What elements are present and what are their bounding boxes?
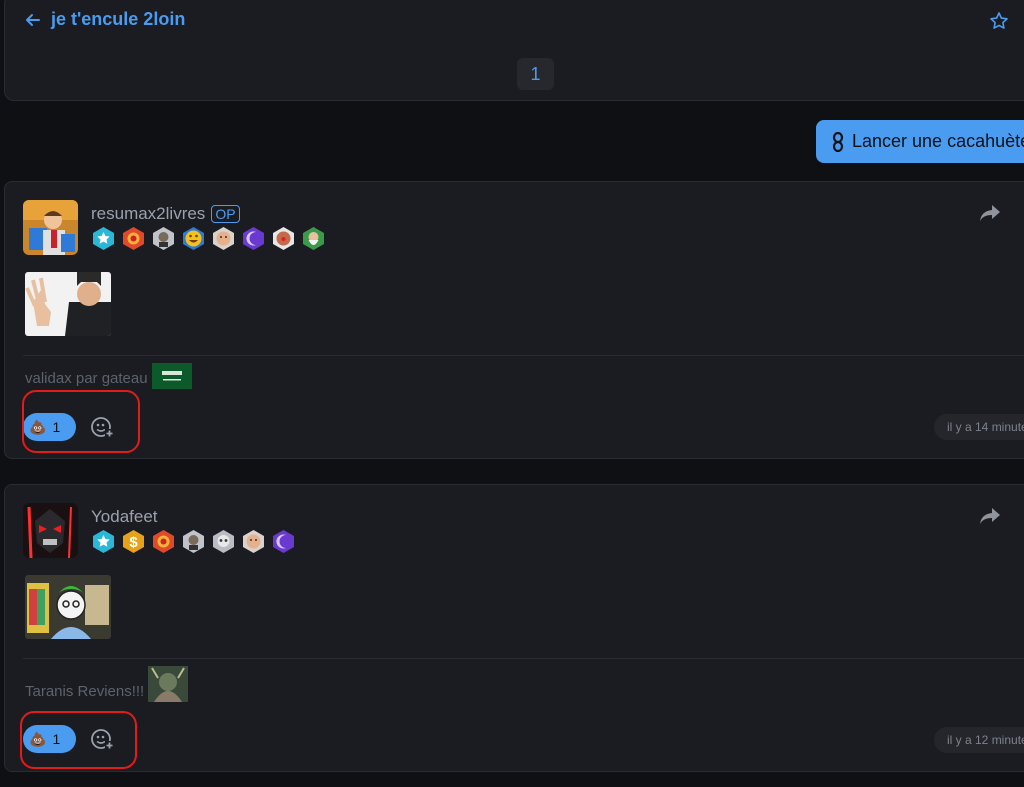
back-link[interactable]: je t'encule 2loin [25, 9, 185, 30]
throw-peanut-button[interactable]: Lancer une cacahuète [816, 120, 1024, 163]
post: Yodafeet $ Taranis Reviens!!! 💩 1 il y a… [4, 484, 1024, 772]
throw-peanut-label: Lancer une cacahuète [852, 131, 1024, 151]
share-icon[interactable] [979, 204, 1001, 222]
star-badge-icon [93, 530, 114, 553]
star-badge-icon [93, 227, 114, 250]
portrait-badge-icon [153, 227, 174, 250]
signature: Taranis Reviens!!! [25, 666, 189, 702]
laughing-badge-icon [183, 227, 204, 250]
poop-emoji: 💩 [29, 730, 47, 747]
reaction-poop[interactable]: 💩 1 [23, 413, 76, 441]
avatar[interactable] [23, 200, 78, 255]
username[interactable]: Yodafeet [91, 507, 158, 527]
username[interactable]: resumax2livres [91, 204, 205, 224]
topic-title: je t'encule 2loin [51, 9, 186, 29]
divider [23, 355, 1024, 356]
clown-badge-icon [273, 227, 294, 250]
badge-list [91, 226, 326, 251]
arrow-left-icon [26, 13, 40, 26]
red-gem-badge-icon [123, 227, 144, 250]
portrait-badge-icon [183, 530, 204, 553]
reaction-count: 1 [52, 419, 61, 435]
reaction-poop[interactable]: 💩 1 [23, 725, 76, 753]
badge-list: $ [91, 529, 296, 554]
add-reaction-icon[interactable] [90, 727, 114, 751]
poop-emoji: 💩 [29, 418, 47, 435]
svg-text:$: $ [129, 534, 138, 551]
timestamp: il y a 14 minutes [934, 414, 1024, 440]
reaction-count: 1 [52, 731, 61, 747]
face-badge-icon [243, 530, 264, 553]
share-icon[interactable] [979, 507, 1001, 525]
page-button-current[interactable]: 1 [517, 58, 554, 90]
timestamp: il y a 12 minutes [934, 727, 1024, 753]
dollar-badge-icon: $ [123, 530, 144, 553]
post-image[interactable] [25, 272, 111, 336]
signature-text: validax par gateau [25, 370, 148, 387]
peanut-icon [832, 131, 844, 152]
moon-badge-icon [273, 530, 294, 553]
saudi-flag-icon [151, 363, 192, 389]
signature: validax par gateau [25, 363, 192, 389]
signature-text: Taranis Reviens!!! [25, 683, 145, 700]
op-badge: OP [211, 205, 240, 223]
skull-badge-icon [213, 530, 234, 553]
add-reaction-icon[interactable] [90, 415, 114, 439]
divider [23, 658, 1024, 659]
post: resumax2livres OP validax par gateau 💩 1… [4, 181, 1024, 459]
topic-header: je t'encule 2loin 1 [4, 0, 1024, 101]
moon-badge-icon [243, 227, 264, 250]
post-image[interactable] [25, 575, 111, 639]
star-icon[interactable] [989, 11, 1009, 31]
red-gem-badge-icon [153, 530, 174, 553]
signature-image [148, 666, 189, 702]
face-badge-icon [213, 227, 234, 250]
sage-badge-icon [303, 227, 324, 250]
avatar[interactable] [23, 503, 78, 558]
